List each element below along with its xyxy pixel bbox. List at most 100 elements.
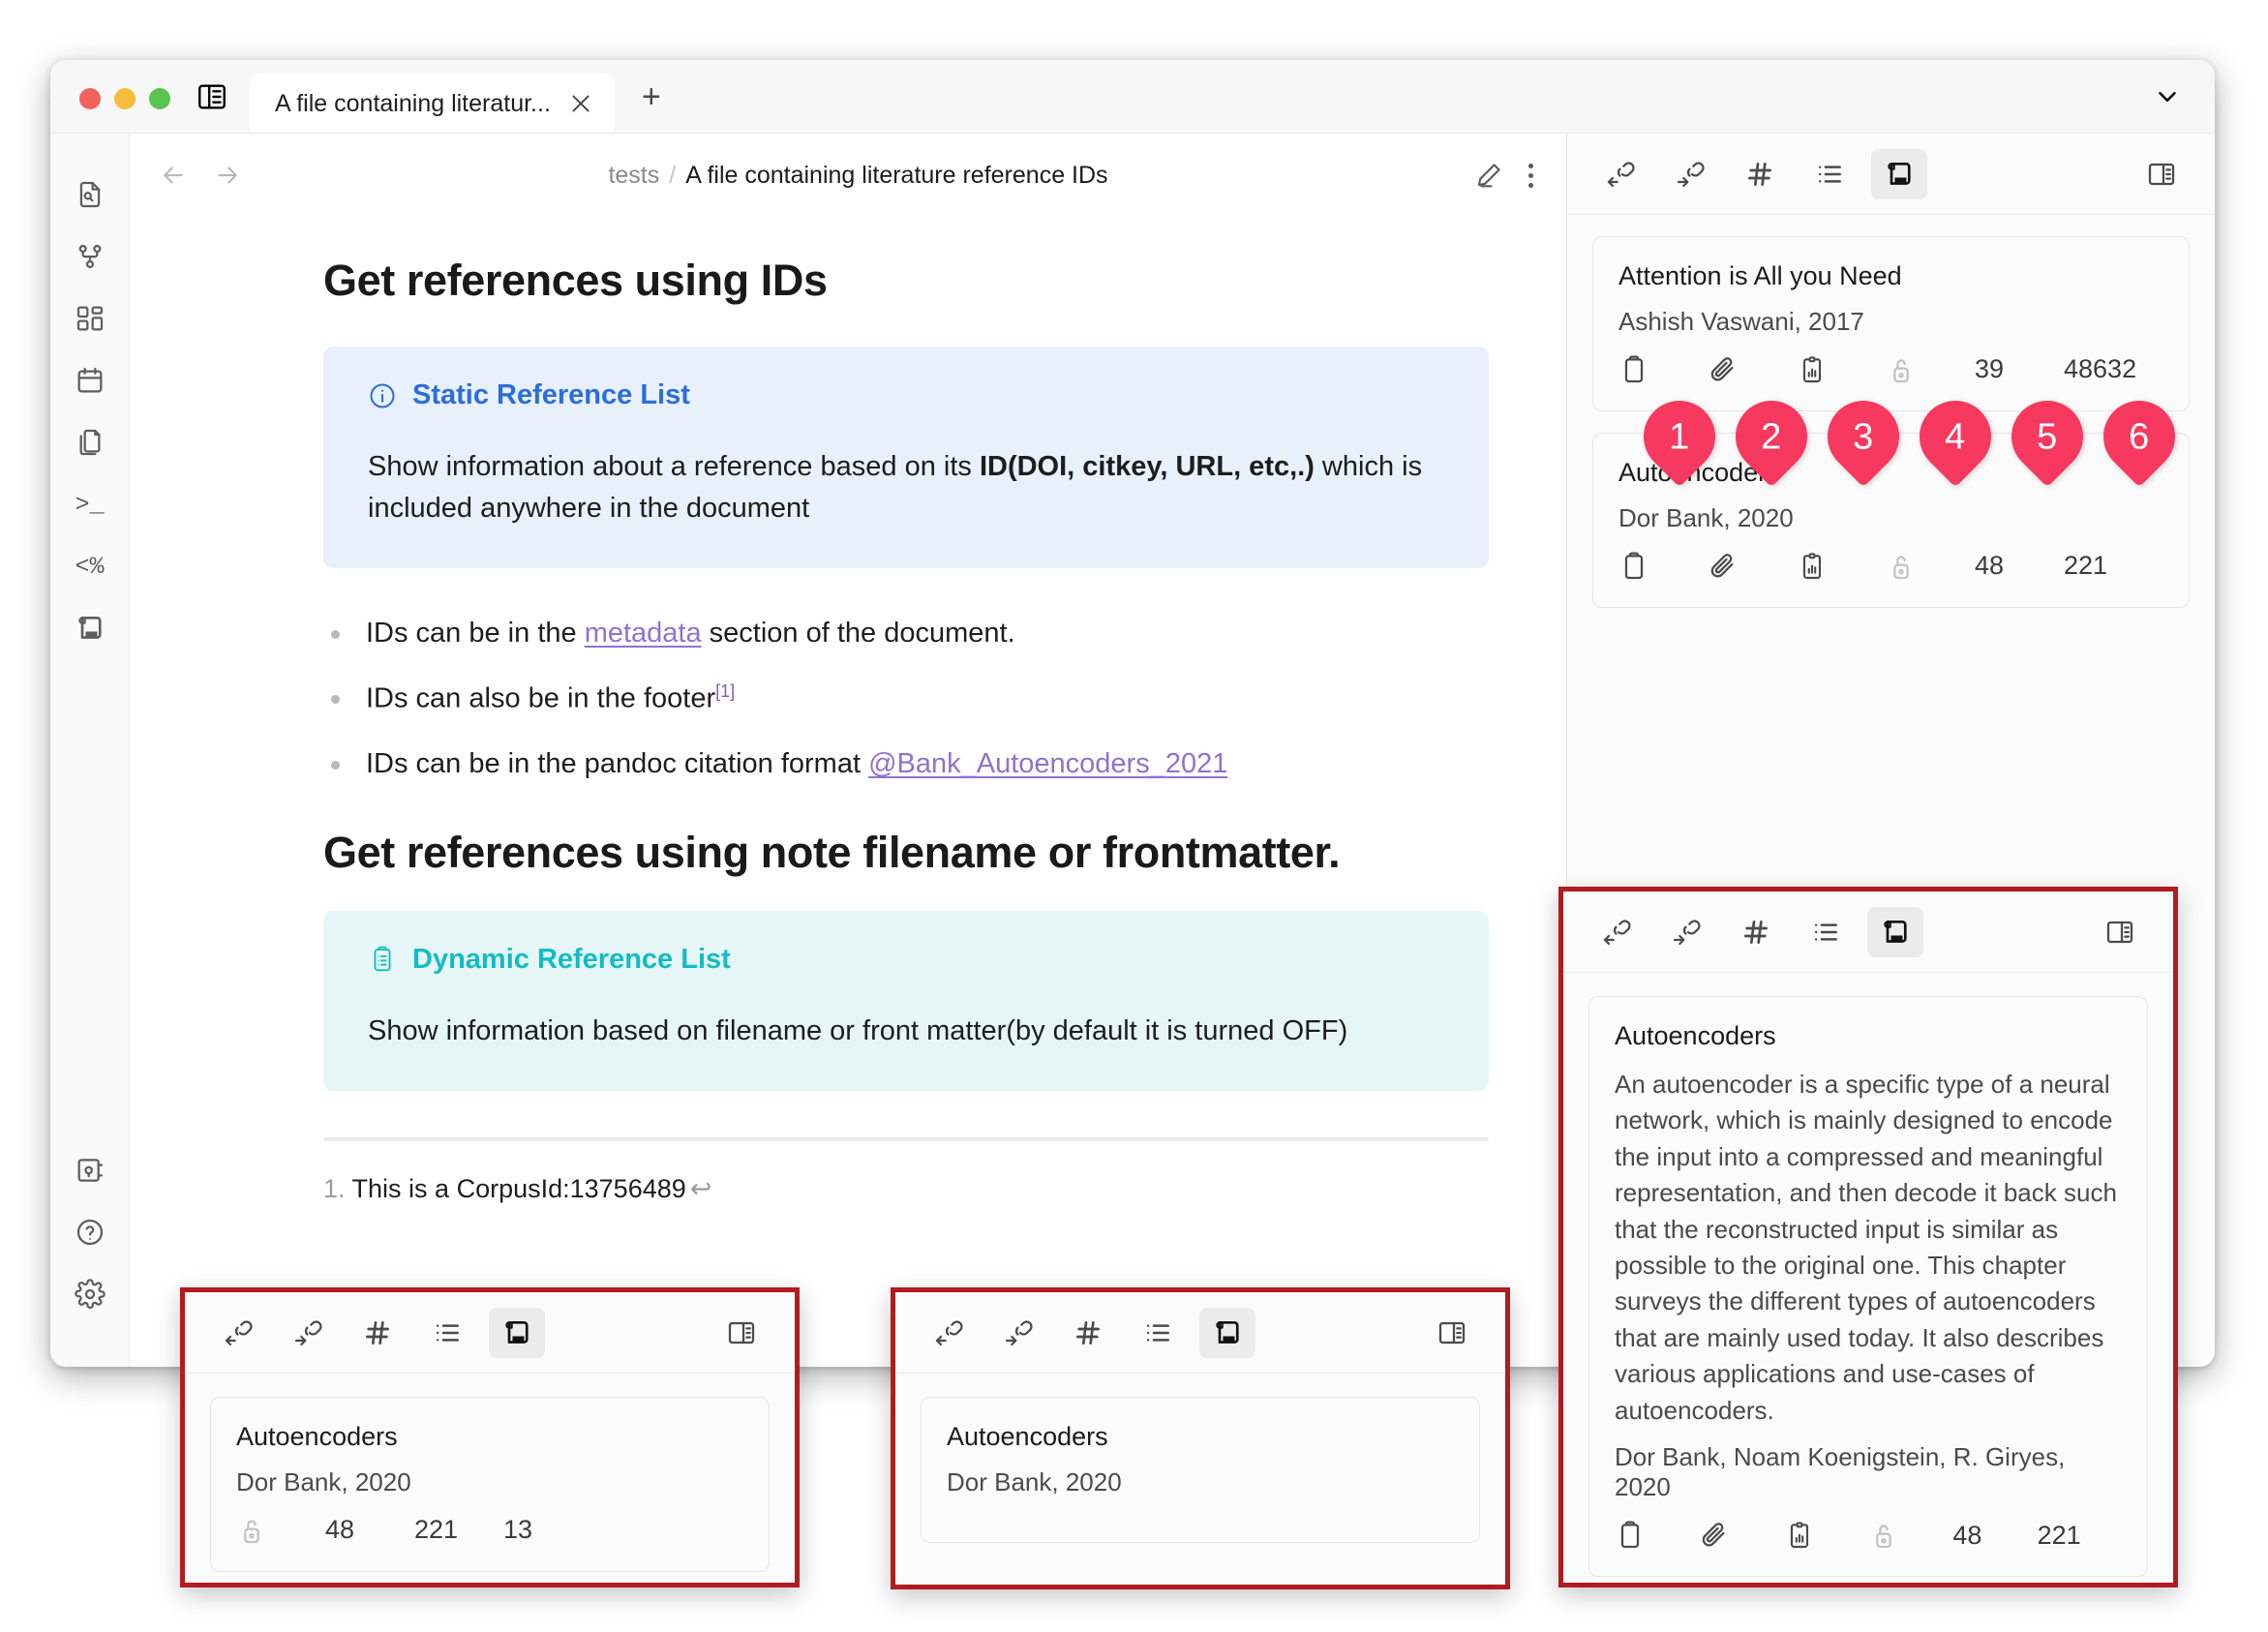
info-icon [368, 381, 397, 410]
reference-metric-2: 48632 [2064, 354, 2137, 384]
open-access-icon[interactable] [236, 1515, 325, 1546]
incoming-links-icon[interactable] [1592, 149, 1648, 199]
split-pane-icon[interactable] [2133, 149, 2190, 199]
breadcrumb-parent[interactable]: tests [608, 162, 659, 190]
minimize-window-button[interactable] [114, 88, 136, 109]
tags-icon[interactable] [1060, 1308, 1116, 1358]
float-mid-toolbar [895, 1292, 1505, 1374]
incoming-links-icon[interactable] [921, 1308, 977, 1358]
paperclip-icon[interactable] [1708, 551, 1797, 582]
paperclip-icon[interactable] [1699, 1520, 1783, 1551]
ribbon-item-help-icon[interactable] [62, 1204, 118, 1260]
ribbon-item-vault-icon[interactable] [62, 1142, 118, 1198]
chart-clipboard-icon[interactable] [1797, 551, 1886, 582]
reference-scroll-icon[interactable] [1867, 906, 1923, 957]
ribbon-item-calendar-icon[interactable] [62, 352, 118, 408]
outline-list-icon[interactable] [1130, 1308, 1186, 1358]
reference-metric-1: 39 [1975, 354, 2005, 384]
split-pane-icon[interactable] [1424, 1308, 1480, 1358]
clipboard-icon[interactable] [1615, 1520, 1699, 1551]
sidebar-toggle-icon[interactable] [188, 80, 250, 133]
breadcrumb-separator: / [669, 161, 677, 189]
ribbon-item-settings-gear-icon[interactable] [62, 1266, 118, 1322]
footnote-backlink-icon[interactable]: ↩ [690, 1174, 712, 1203]
ribbon-item-copy-files-icon[interactable] [62, 414, 118, 470]
reference-metric-3: 13 [503, 1515, 533, 1545]
reference-card[interactable]: Attention is All you Need Ashish Vaswani,… [1592, 236, 2190, 411]
outgoing-links-icon[interactable] [1662, 149, 1718, 199]
open-access-icon[interactable] [1886, 551, 1975, 582]
outgoing-links-icon[interactable] [990, 1308, 1046, 1358]
paperclip-icon[interactable] [1708, 354, 1797, 385]
incoming-links-icon[interactable] [210, 1308, 266, 1358]
reference-metric-2: 221 [2064, 551, 2108, 580]
chevron-down-icon[interactable] [2153, 82, 2215, 133]
outline-list-icon[interactable] [1801, 149, 1858, 199]
reference-authors: Dor Bank, 2020 [1618, 502, 1794, 532]
new-tab-button[interactable]: + [615, 80, 661, 133]
callout-body: Show information about a reference based… [368, 446, 1444, 529]
id-location-list: IDs can be in the metadata section of th… [323, 615, 1489, 783]
close-window-button[interactable] [79, 88, 101, 109]
reference-authors: Dor Bank, 2020 [236, 1466, 411, 1496]
outline-list-icon[interactable] [1798, 907, 1854, 957]
tags-icon[interactable] [1732, 149, 1788, 199]
tab-active[interactable]: A file containing literatur... [250, 74, 615, 134]
chart-clipboard-icon[interactable] [1797, 354, 1886, 385]
reference-card[interactable]: Autoencoders Dor Bank, 2020 [921, 1397, 1480, 1543]
annotated-panel-full-abstract: Autoencoders An autoencoder is a specific… [1558, 887, 2178, 1587]
close-icon[interactable] [568, 91, 593, 116]
incoming-links-icon[interactable] [1588, 907, 1645, 957]
ribbon-item-templater-icon[interactable]: <% [62, 538, 118, 594]
clipboard-icon[interactable] [1618, 354, 1708, 385]
reference-card[interactable]: Autoencoders Dor Bank, 2020 48 221 13 [210, 1397, 770, 1572]
list-item-text-pre: IDs can also be in the footer [366, 682, 716, 714]
reference-meta-row: 48 221 [1615, 1520, 2122, 1551]
reference-card[interactable]: Autoencoders An autoencoder is a specific… [1588, 996, 2148, 1578]
float-left-toolbar [185, 1292, 795, 1374]
more-vertical-icon[interactable] [1528, 163, 1533, 188]
split-pane-icon[interactable] [2092, 907, 2148, 957]
reference-title: Autoencoders [236, 1422, 398, 1451]
tags-icon[interactable] [1728, 907, 1784, 957]
reference-meta-row: 48 221 [1618, 551, 2163, 582]
list-item: IDs can also be in the footer[1] [323, 680, 1489, 718]
arrow-left-icon[interactable] [159, 161, 188, 190]
split-pane-icon[interactable] [713, 1308, 770, 1358]
ribbon-item-reference-scroll-icon[interactable] [62, 600, 118, 656]
reference-card-list: Autoencoders Dor Bank, 2020 [895, 1374, 1505, 1568]
editor-pane: tests / A file containing literature refer… [130, 134, 1566, 1367]
ribbon-item-canvas-icon[interactable] [62, 290, 118, 347]
heading-get-references-using-ids: Get references using IDs [323, 256, 828, 305]
zoom-window-button[interactable] [149, 88, 170, 109]
tags-icon[interactable] [349, 1308, 406, 1358]
pencil-icon[interactable] [1474, 161, 1503, 190]
chart-clipboard-icon[interactable] [1784, 1520, 1868, 1551]
reference-meta-row: 48 221 13 [236, 1515, 743, 1546]
reference-metric-1: 48 [325, 1515, 355, 1545]
outgoing-links-icon[interactable] [1658, 907, 1714, 957]
reference-scroll-icon[interactable] [489, 1307, 545, 1358]
outgoing-links-icon[interactable] [280, 1308, 336, 1358]
reference-abstract: An autoencoder is a specific type of a n… [1615, 1069, 2117, 1425]
open-access-icon[interactable] [1868, 1520, 1952, 1551]
arrow-right-icon[interactable] [213, 161, 242, 190]
annotation-pin-number: 6 [2129, 416, 2150, 458]
page-title: A file containing literature reference I… [685, 161, 1108, 189]
ribbon-item-graph-view-icon[interactable] [62, 228, 118, 285]
outline-list-icon[interactable] [419, 1308, 475, 1358]
inline-link[interactable]: @Bank_Autoencoders_2021 [868, 748, 1227, 779]
footnote-ref[interactable]: [1] [715, 681, 735, 701]
clipboard-icon[interactable] [1618, 551, 1708, 582]
ribbon-item-file-search-icon[interactable] [62, 166, 118, 223]
open-access-icon[interactable] [1886, 354, 1975, 385]
tab-title: A file containing literatur... [275, 89, 551, 117]
ribbon-item-terminal-icon[interactable]: >_ [62, 476, 118, 532]
reference-scroll-icon[interactable] [1199, 1307, 1255, 1358]
reference-scroll-icon[interactable] [1871, 148, 1927, 199]
callout-static-reference-list: Static Reference List Show information ab… [323, 347, 1489, 568]
window-controls [50, 88, 188, 133]
callout-title: Dynamic Reference List [368, 944, 1444, 976]
inline-link[interactable]: metadata [585, 618, 702, 649]
footnote-divider [323, 1136, 1489, 1141]
